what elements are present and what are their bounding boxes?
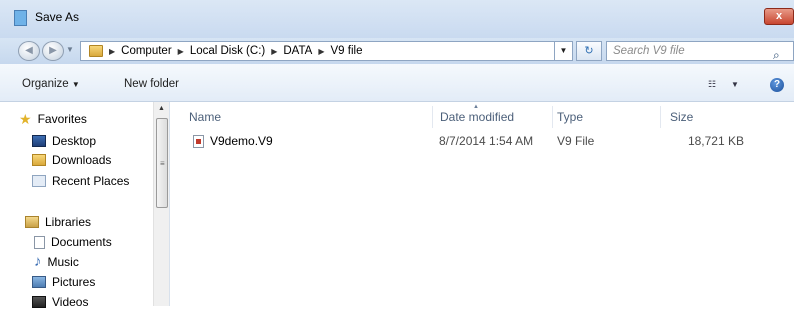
- window-app-icon: [14, 10, 27, 26]
- grip-icon: ≡: [160, 159, 165, 168]
- sidebar-item-label: Music: [47, 255, 79, 269]
- sidebar-item-downloads[interactable]: Downloads: [32, 153, 111, 167]
- scroll-thumb[interactable]: ≡: [156, 118, 168, 208]
- window-title: Save As: [35, 10, 80, 24]
- recent-locations-dropdown[interactable]: ▼: [66, 45, 74, 54]
- back-arrow-icon[interactable]: ◀: [18, 41, 40, 61]
- column-header-name[interactable]: Name: [189, 106, 221, 128]
- title-bar: Save As x: [0, 0, 794, 38]
- navigation-pane: ★ Favorites Desktop Downloads Recent Plac…: [0, 102, 170, 309]
- breadcrumb-chevron-icon[interactable]: ▶: [318, 47, 324, 56]
- chevron-down-icon[interactable]: ▼: [731, 80, 739, 89]
- breadcrumb-chevron-icon[interactable]: ▶: [271, 47, 277, 56]
- sidebar-item-label: Libraries: [45, 215, 92, 229]
- address-dropdown-icon[interactable]: ▼: [555, 41, 573, 61]
- sidebar-item-label: Favorites: [37, 112, 87, 126]
- sidebar-scrollbar[interactable]: ▲ ≡: [153, 102, 169, 306]
- column-header-type[interactable]: Type: [557, 106, 583, 128]
- new-folder-button[interactable]: New folder: [124, 78, 179, 90]
- breadcrumb-chevron-icon[interactable]: ▶: [109, 47, 115, 56]
- scroll-up-icon[interactable]: ▲: [158, 105, 165, 112]
- breadcrumb: ▶ Computer ▶ Local Disk (C:) ▶ DATA ▶ V9…: [109, 45, 362, 57]
- sidebar-item-label: Videos: [52, 295, 89, 309]
- recent-places-icon: [32, 175, 46, 187]
- libraries-icon: [25, 216, 39, 228]
- pictures-icon: [32, 276, 46, 288]
- folder-icon: [89, 45, 103, 57]
- sidebar-item-label: Recent Places: [52, 174, 130, 188]
- search-input[interactable]: Search V9 file: [606, 41, 794, 61]
- file-name[interactable]: V9demo.V9: [210, 134, 273, 148]
- sidebar-item-desktop[interactable]: Desktop: [32, 134, 96, 148]
- breadcrumb-computer[interactable]: Computer: [121, 45, 172, 57]
- file-list: Name ▲ Date modified Type Size V9demo.V9…: [170, 102, 794, 306]
- refresh-icon[interactable]: ↻: [576, 41, 602, 61]
- column-divider[interactable]: [432, 106, 433, 128]
- column-header-date-modified[interactable]: Date modified: [440, 106, 514, 128]
- star-icon: ★: [19, 111, 32, 127]
- organize-label[interactable]: Organize: [22, 78, 69, 90]
- desktop-icon: [32, 135, 46, 147]
- close-icon[interactable]: x: [776, 10, 782, 22]
- sidebar-item-favorites[interactable]: ★ Favorites: [19, 112, 87, 126]
- column-divider[interactable]: [552, 106, 553, 128]
- v9-file-icon: [193, 135, 204, 148]
- chevron-down-icon[interactable]: ▼: [72, 80, 80, 89]
- sidebar-item-music[interactable]: ♪ Music: [32, 253, 79, 270]
- navigation-bar: ◀ ▶ ▼ ▶ Computer ▶ Local Disk (C:) ▶ DAT…: [0, 38, 794, 64]
- sidebar-item-documents[interactable]: Documents: [32, 235, 112, 249]
- column-divider[interactable]: [660, 106, 661, 128]
- sidebar-item-libraries[interactable]: Libraries: [25, 215, 91, 229]
- close-button[interactable]: x: [764, 8, 794, 25]
- command-bar: Organize ▼ New folder ☷ ▼ ?: [0, 64, 794, 102]
- downloads-icon: [32, 154, 46, 166]
- file-type: V9 File: [557, 134, 595, 148]
- videos-icon: [32, 296, 46, 308]
- sidebar-item-videos[interactable]: Videos: [32, 295, 88, 309]
- sidebar-item-pictures[interactable]: Pictures: [32, 275, 95, 289]
- breadcrumb-data[interactable]: DATA: [283, 45, 312, 57]
- music-icon: ♪: [34, 253, 42, 270]
- sidebar-item-label: Desktop: [52, 134, 97, 148]
- view-options-icon[interactable]: ☷: [708, 79, 716, 90]
- file-date-modified: 8/7/2014 1:54 AM: [439, 134, 534, 148]
- file-row[interactable]: V9demo.V9 8/7/2014 1:54 AM V9 File 18,72…: [180, 130, 780, 152]
- column-header-size[interactable]: Size: [670, 106, 693, 128]
- file-size: 18,721 KB: [687, 134, 744, 148]
- breadcrumb-chevron-icon[interactable]: ▶: [178, 47, 184, 56]
- documents-icon: [34, 235, 45, 249]
- sidebar-item-recent-places[interactable]: Recent Places: [32, 174, 129, 188]
- help-icon[interactable]: ?: [770, 78, 784, 92]
- search-icon[interactable]: ⌕: [773, 48, 780, 63]
- sidebar-item-label: Pictures: [52, 275, 96, 289]
- breadcrumb-local-disk[interactable]: Local Disk (C:): [190, 45, 265, 57]
- sidebar-item-label: Downloads: [52, 153, 112, 167]
- organize-menu[interactable]: Organize ▼: [22, 78, 80, 90]
- forward-arrow-icon[interactable]: ▶: [42, 41, 64, 61]
- address-bar[interactable]: ▶ Computer ▶ Local Disk (C:) ▶ DATA ▶ V9…: [80, 41, 555, 61]
- sidebar-item-label: Documents: [51, 235, 112, 249]
- breadcrumb-v9-file[interactable]: V9 file: [331, 45, 363, 57]
